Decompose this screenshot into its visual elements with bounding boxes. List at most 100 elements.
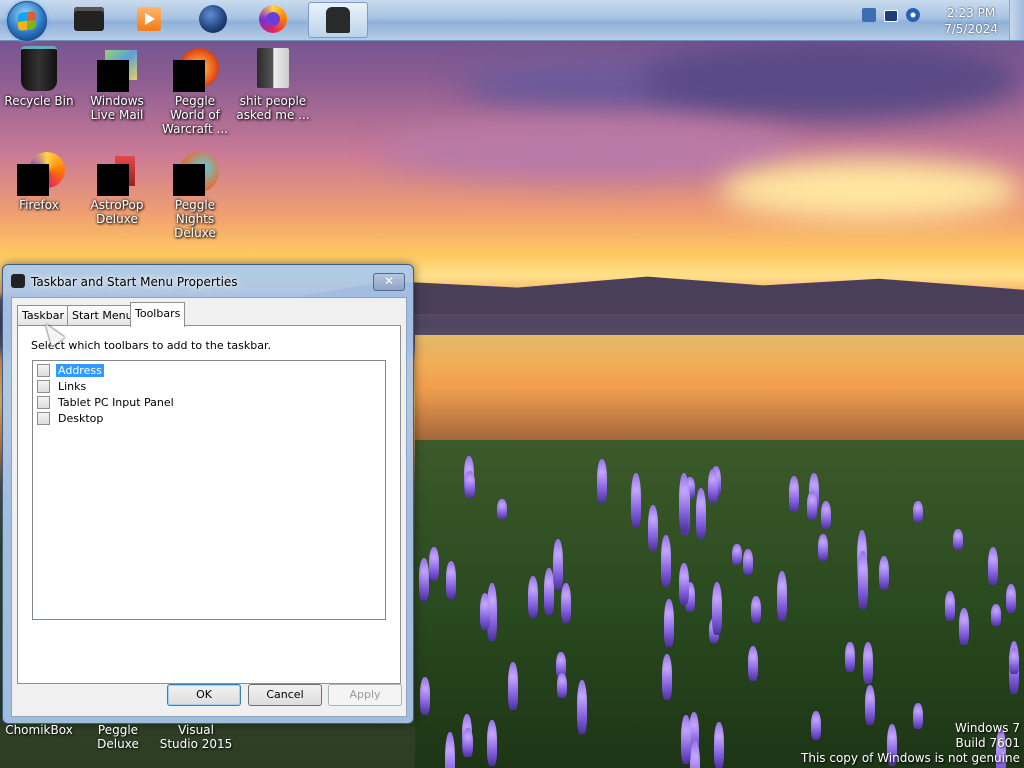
- wallpaper-flower: [789, 475, 800, 513]
- taskbar: 2:23 PM 7/5/2024: [0, 0, 1024, 41]
- toolbar-item-tablet-pc-input-panel[interactable]: Tablet PC Input Panel: [37, 394, 176, 410]
- wallpaper-flower: [743, 549, 754, 576]
- desktop-icon-peggle-nights[interactable]: Peggle Nights Deluxe: [156, 150, 234, 240]
- tray-monitor-icon[interactable]: [884, 10, 898, 22]
- wallpaper-cloud: [380, 120, 800, 180]
- wallpaper-flower: [561, 582, 572, 624]
- wallpaper-flower: [990, 604, 1001, 626]
- wallpaper-flower: [707, 469, 718, 504]
- tab-toolbars[interactable]: Toolbars: [130, 302, 186, 327]
- wallpaper-flower: [577, 679, 588, 735]
- wallpaper-flower: [664, 599, 675, 648]
- toolbars-instruction: Select which toolbars to add to the task…: [31, 339, 271, 352]
- toolbar-item-label: Desktop: [58, 411, 104, 425]
- wallpaper-sun-glow: [720, 160, 1020, 220]
- desktop-icon-visual-studio-label[interactable]: Visual Studio 2015: [158, 723, 234, 751]
- desktop-icon-folder[interactable]: shit people asked me ...: [234, 46, 312, 122]
- cancel-button[interactable]: Cancel: [248, 684, 322, 706]
- ok-button[interactable]: OK: [167, 684, 241, 706]
- wallpaper-flower: [863, 642, 874, 685]
- wallpaper-flower: [712, 581, 723, 636]
- wallpaper-flower: [630, 473, 641, 529]
- desktop-icon-recycle-bin[interactable]: Recycle Bin: [0, 46, 78, 108]
- wallpaper-flower: [480, 593, 491, 630]
- desktop-icon-astropop[interactable]: AstroPop Deluxe: [78, 150, 156, 226]
- toolbars-listbox[interactable]: Address Links Tablet PC Input Panel Desk…: [32, 360, 386, 620]
- toolbar-item-label: Address: [56, 363, 104, 377]
- firefox-icon: [17, 150, 65, 196]
- wallpaper-flower: [878, 555, 889, 590]
- desktop-icon-label: shit people asked me ...: [236, 94, 310, 122]
- toolbar-item-label: Tablet PC Input Panel: [58, 395, 174, 409]
- wallpaper-flower: [553, 538, 564, 591]
- wallpaper-flower: [714, 721, 725, 768]
- watermark-line: This copy of Windows is not genuine: [801, 751, 1020, 765]
- toolbar-item-links[interactable]: Links: [37, 378, 88, 394]
- taskbar-properties-dialog: Taskbar and Start Menu Properties ✕ Task…: [2, 264, 414, 724]
- wallpaper-flower: [429, 547, 440, 582]
- wallpaper-flower: [507, 662, 518, 711]
- mail-icon: [95, 46, 139, 92]
- wallpaper-flower: [865, 684, 876, 725]
- desktop-icon-label: Peggle Nights Deluxe: [174, 198, 216, 240]
- taskbar-pinned-globe[interactable]: [186, 2, 240, 36]
- taskbar-pinned-dark-box[interactable]: [62, 2, 116, 36]
- close-button[interactable]: ✕: [373, 273, 405, 291]
- wallpaper-flower: [806, 490, 817, 520]
- wallpaper-flower: [945, 591, 956, 621]
- tray-network-icon[interactable]: [906, 8, 920, 22]
- media-player-icon: [137, 7, 161, 31]
- dark-box-icon: [74, 7, 104, 31]
- wallpaper-cloud: [640, 40, 1020, 120]
- tray-device-icon[interactable]: [862, 8, 876, 22]
- checkbox[interactable]: [37, 395, 50, 409]
- desktop-icon-peggle-deluxe-label[interactable]: Peggle Deluxe: [78, 723, 158, 751]
- taskbar-clock[interactable]: 2:23 PM 7/5/2024: [944, 5, 998, 37]
- desktop-icon-firefox[interactable]: Firefox: [0, 150, 78, 212]
- apply-button[interactable]: Apply: [328, 684, 402, 706]
- wallpaper-flower: [845, 641, 856, 673]
- checkbox[interactable]: [37, 411, 50, 425]
- wallpaper-flower: [528, 575, 539, 618]
- taskbar-pinned-media-player[interactable]: [122, 2, 176, 36]
- wallpaper-flower: [747, 645, 758, 682]
- tab-taskbar[interactable]: Taskbar: [17, 305, 69, 326]
- wallpaper-flower: [1006, 583, 1017, 613]
- dialog-title: Taskbar and Start Menu Properties: [31, 275, 238, 289]
- checkbox[interactable]: [37, 379, 50, 393]
- wallpaper-flower: [913, 500, 924, 523]
- wallpaper-flower: [679, 472, 690, 532]
- toolbar-item-label: Links: [58, 379, 87, 393]
- wallpaper-flower: [446, 560, 457, 600]
- peggle-icon: [173, 46, 219, 92]
- desktop-icon-chomikbox-label[interactable]: ChomikBox: [4, 723, 74, 737]
- wallpaper-flower: [420, 676, 431, 715]
- taskbar-active-window[interactable]: [308, 2, 368, 38]
- kiosk-icon: [326, 7, 350, 33]
- tab-start-menu[interactable]: Start Menu: [67, 305, 138, 326]
- wallpaper-flower: [464, 470, 475, 498]
- taskbar-pinned-firefox[interactable]: [246, 2, 300, 36]
- desktop-icon-label: Recycle Bin: [4, 94, 74, 108]
- wallpaper-flower: [648, 505, 659, 552]
- desktop-icon-label: AstroPop Deluxe: [90, 198, 144, 226]
- toolbar-item-desktop[interactable]: Desktop: [37, 410, 105, 426]
- desktop-icon-peggle-wow[interactable]: Peggle World of Warcraft ...: [156, 46, 234, 136]
- wallpaper-flower: [731, 544, 742, 566]
- peggle-nights-icon: [173, 150, 219, 196]
- firefox-icon: [259, 5, 287, 33]
- wallpaper-flower: [751, 596, 762, 624]
- start-orb-icon[interactable]: [7, 1, 47, 41]
- wallpaper-flower: [776, 570, 787, 621]
- globe-icon: [199, 5, 227, 33]
- toolbar-item-address[interactable]: Address: [37, 362, 104, 378]
- wallpaper-flower: [696, 487, 707, 540]
- clock-time: 2:23 PM: [946, 6, 996, 20]
- show-desktop-button[interactable]: [1009, 0, 1024, 40]
- tab-label: Start Menu: [72, 309, 133, 322]
- wallpaper-flower: [496, 499, 507, 520]
- desktop-icon-windows-live-mail[interactable]: Windows Live Mail: [78, 46, 156, 122]
- wallpaper-flower: [419, 557, 430, 602]
- checkbox[interactable]: [37, 363, 50, 377]
- wallpaper-flower: [678, 563, 689, 605]
